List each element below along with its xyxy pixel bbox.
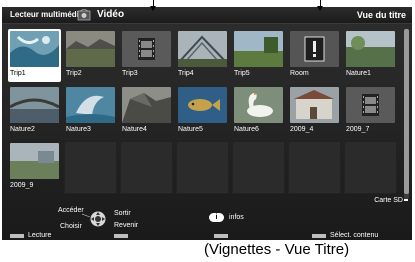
- thumbnail-label: Trip4: [178, 70, 194, 77]
- help-access: Accéder: [58, 207, 84, 214]
- media-player-screen: Lecteur multimédia Vidéo Vue du titre Tr…: [2, 7, 412, 240]
- green-key[interactable]: [114, 233, 134, 239]
- thumbnail-label: 2009_7: [346, 126, 370, 133]
- thumbnail-trip2[interactable]: Trip2: [64, 29, 117, 82]
- connector-lines-icon: [82, 213, 91, 221]
- color-key-bar: Lecture Sélect. contenu: [2, 232, 412, 240]
- yellow-key[interactable]: [214, 233, 234, 239]
- thumbnail-label: Room: [290, 70, 309, 77]
- key-swatch: [114, 234, 128, 238]
- storage-indicator: Carte SD: [374, 197, 408, 204]
- thumbnail-label: Nature4: [122, 126, 147, 133]
- thumbnail-room[interactable]: Room: [288, 29, 341, 82]
- thumbnail-image: [234, 87, 283, 123]
- thumbnail-image: [178, 87, 227, 123]
- key-swatch: [10, 234, 24, 238]
- empty-slot: [232, 141, 285, 194]
- thumbnail-image: [234, 31, 283, 67]
- thumbnail-label: Nature2: [10, 126, 35, 133]
- help-info: infos: [229, 214, 244, 221]
- thumbnail-image: [290, 31, 339, 67]
- media-player-icon: [77, 9, 91, 21]
- empty-slot: [64, 141, 117, 194]
- dpad-icon: [90, 211, 106, 227]
- thumbnail-label: Nature3: [66, 126, 91, 133]
- thumbnail-trip4[interactable]: Trip4: [176, 29, 229, 82]
- thumbnail-label: Trip5: [234, 70, 250, 77]
- thumbnail-label: Nature5: [178, 126, 203, 133]
- thumbnail-image: [346, 87, 395, 123]
- section-title: Vidéo: [97, 9, 125, 20]
- thumbnail-nature2[interactable]: Nature2: [8, 85, 61, 138]
- film-icon: [362, 94, 379, 116]
- thumbnail-image: [66, 31, 115, 67]
- view-title: Vue du titre: [356, 10, 406, 20]
- key-swatch: [214, 234, 228, 238]
- thumbnail-label: Nature1: [346, 70, 371, 77]
- thumbnail-image: [122, 87, 171, 123]
- thumbnail-nature1[interactable]: Nature1: [344, 29, 397, 82]
- thumbnail-trip1[interactable]: Trip1: [8, 29, 61, 82]
- navigation-help: Accéder Sortir Choisir Revenir i infos: [2, 205, 412, 231]
- film-icon: [138, 38, 155, 60]
- thumbnail-nature4[interactable]: Nature4: [120, 85, 173, 138]
- thumbnail-2009-9[interactable]: 2009_9: [8, 141, 61, 194]
- thumbnail-image: [346, 31, 395, 67]
- thumbnail-label: Trip2: [66, 70, 82, 77]
- title-bar: Lecteur multimédia Vidéo Vue du titre: [2, 7, 412, 24]
- thumbnail-image: [10, 31, 59, 67]
- select-content-label: Sélect. contenu: [330, 232, 379, 239]
- thumbnail-2009-4[interactable]: 2009_4: [288, 85, 341, 138]
- info-button-icon: i: [209, 213, 224, 222]
- callout-arrowhead: [317, 6, 323, 11]
- help-choose: Choisir: [60, 223, 82, 230]
- blue-key-select-content[interactable]: Sélect. contenu: [312, 232, 407, 239]
- thumbnail-trip3[interactable]: Trip3: [120, 29, 173, 82]
- key-swatch: [312, 234, 326, 238]
- red-key-play[interactable]: Lecture: [10, 232, 70, 239]
- scrollbar[interactable]: [404, 29, 409, 199]
- empty-slot: [176, 141, 229, 194]
- thumbnail-nature3[interactable]: Nature3: [64, 85, 117, 138]
- thumbnail-image: [122, 31, 171, 67]
- empty-slot: [120, 141, 173, 194]
- thumbnail-image: [290, 87, 339, 123]
- thumbnail-image: [178, 31, 227, 67]
- warning-icon: [304, 36, 325, 62]
- help-back: Revenir: [114, 222, 139, 229]
- thumbnail-label: Trip1: [10, 70, 26, 77]
- thumbnail-label: Nature6: [234, 126, 259, 133]
- callout-arrowhead: [150, 6, 156, 11]
- thumbnail-nature5[interactable]: Nature5: [176, 85, 229, 138]
- scrollbar-thumb[interactable]: [404, 29, 409, 194]
- empty-slot: [344, 141, 397, 194]
- storage-mark-icon: [404, 199, 408, 202]
- help-exit: Sortir: [114, 210, 131, 217]
- thumbnail-label: 2009_9: [10, 182, 34, 189]
- thumbnail-image: [66, 87, 115, 123]
- thumbnail-image: [10, 143, 59, 179]
- thumbnail-trip5[interactable]: Trip5: [232, 29, 285, 82]
- storage-label: Carte SD: [374, 197, 403, 204]
- empty-slot: [288, 141, 341, 194]
- app-title: Lecteur multimédia: [10, 10, 84, 19]
- thumbnail-2009-7[interactable]: 2009_7: [344, 85, 397, 138]
- figure-caption: (Vignettes - Vue Titre): [204, 241, 350, 258]
- play-label: Lecture: [28, 232, 52, 239]
- thumbnail-image: [10, 87, 59, 123]
- thumbnail-label: 2009_4: [290, 126, 314, 133]
- thumbnail-nature6[interactable]: Nature6: [232, 85, 285, 138]
- thumbnail-label: Trip3: [122, 70, 138, 77]
